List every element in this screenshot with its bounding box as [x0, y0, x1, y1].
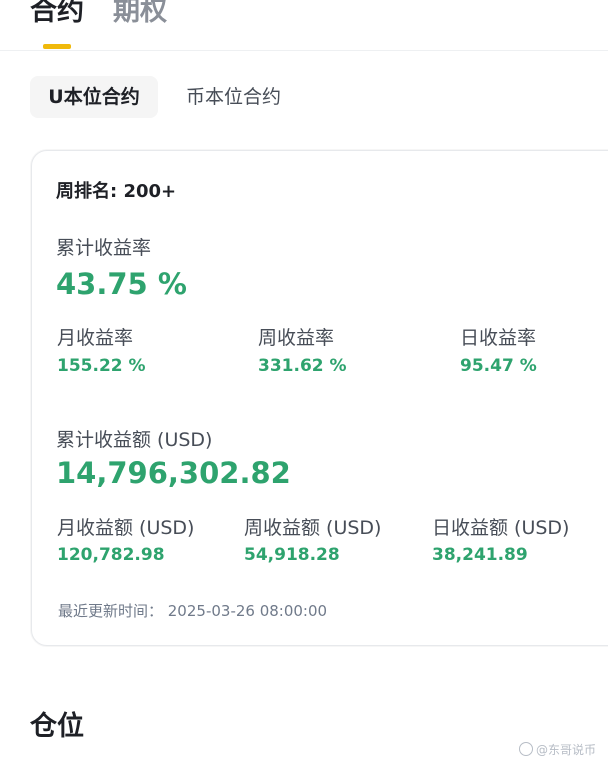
tab-options[interactable]: 期权 — [113, 0, 167, 30]
watermark-text: @东哥说币 — [535, 743, 596, 757]
daily-amount-label: 日收益额 (USD) — [432, 517, 570, 539]
daily-amount-value: 38,241.89 — [432, 545, 528, 565]
cumulative-rate-value: 43.75 % — [56, 267, 187, 301]
segment-coinm-futures[interactable]: 币本位合约 — [186, 76, 281, 118]
monthly-amount-label: 月收益额 (USD) — [57, 517, 195, 539]
weekly-amount-label: 周收益额 (USD) — [244, 517, 382, 539]
weekly-rate-value: 331.62 % — [258, 356, 347, 376]
weekly-amount-value: 54,918.28 — [244, 545, 340, 565]
monthly-rate-label: 月收益率 — [57, 327, 134, 349]
performance-card: 周排名: 200+ 累计收益率 43.75 % 月收益率 155.22 % 周收… — [31, 150, 608, 646]
tab-futures[interactable]: 合约 — [30, 0, 84, 30]
weekly-rate-label: 周收益率 — [258, 327, 335, 349]
top-tab-bar: 合约 期权 — [0, 0, 608, 51]
last-updated-time: 最近更新时间： 2025-03-26 08:00:00 — [58, 602, 328, 620]
cumulative-amount-label: 累计收益额 (USD) — [56, 429, 213, 451]
active-tab-indicator — [43, 44, 71, 49]
watermark: @东哥说币 — [518, 741, 596, 758]
daily-rate-value: 95.47 % — [460, 356, 537, 376]
cumulative-amount-value: 14,796,302.82 — [56, 456, 291, 490]
positions-section-title: 仓位 — [30, 711, 84, 742]
cumulative-rate-label: 累计收益率 — [56, 237, 152, 259]
watermark-icon — [518, 742, 533, 756]
segment-usdm-futures[interactable]: U本位合约 — [30, 76, 158, 118]
monthly-rate-value: 155.22 % — [57, 356, 146, 376]
monthly-amount-value: 120,782.98 — [57, 545, 165, 565]
daily-rate-label: 日收益率 — [460, 327, 537, 349]
weekly-rank: 周排名: 200+ — [56, 181, 177, 202]
